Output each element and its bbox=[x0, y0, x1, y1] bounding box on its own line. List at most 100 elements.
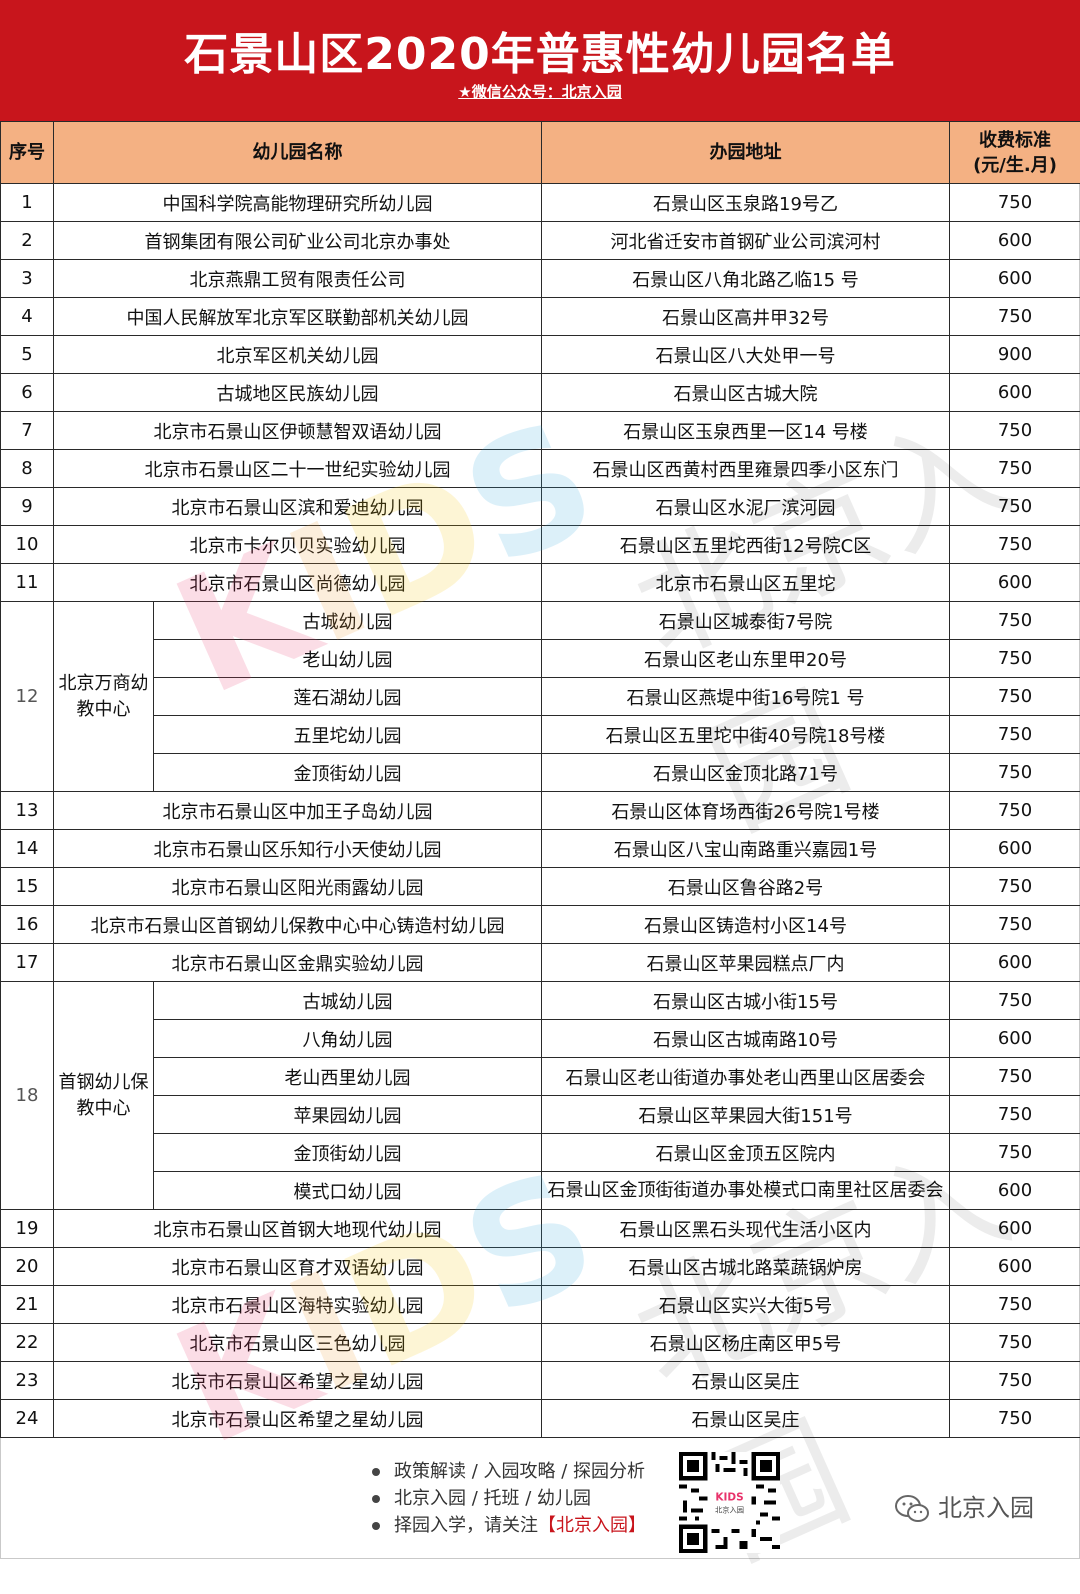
row-kindergarten-name: 古城幼儿园 bbox=[154, 982, 542, 1020]
qr-code-icon[interactable]: KIDS 北京入园 bbox=[679, 1452, 780, 1553]
footer: 政策解读 / 入园攻略 / 探园分析 北京入园 / 托班 / 幼儿园 择园入学，… bbox=[0, 1439, 1080, 1559]
table-row: 模式口幼儿园石景山区金顶街街道办事处模式口南里社区居委会600 bbox=[1, 1172, 1080, 1210]
row-fee: 750 bbox=[950, 488, 1080, 526]
row-address: 石景山区吴庄 bbox=[542, 1362, 950, 1400]
row-seq: 4 bbox=[1, 298, 54, 336]
col-address-header: 办园地址 bbox=[542, 122, 950, 184]
row-fee: 750 bbox=[950, 678, 1080, 716]
row-kindergarten-name: 首钢集团有限公司矿业公司北京办事处 bbox=[54, 222, 542, 260]
row-seq: 14 bbox=[1, 830, 54, 868]
row-seq: 1 bbox=[1, 184, 54, 222]
wechat-brand-name: 北京入园 bbox=[938, 1494, 1034, 1522]
table-row: 8北京市石景山区二十一世纪实验幼儿园石景山区西黄村西里雍景四季小区东门750 bbox=[1, 450, 1080, 488]
table-row: 2首钢集团有限公司矿业公司北京办事处河北省迁安市首钢矿业公司滨河村600 bbox=[1, 222, 1080, 260]
row-seq: 9 bbox=[1, 488, 54, 526]
row-kindergarten-name: 模式口幼儿园 bbox=[154, 1172, 542, 1210]
row-fee: 900 bbox=[950, 336, 1080, 374]
row-address: 石景山区玉泉路19号乙 bbox=[542, 184, 950, 222]
table-row: 金顶街幼儿园石景山区金顶五区院内750 bbox=[1, 1134, 1080, 1172]
row-kindergarten-name: 中国人民解放军北京军区联勤部机关幼儿园 bbox=[54, 298, 542, 336]
row-fee: 750 bbox=[950, 602, 1080, 640]
row-kindergarten-name: 北京市石景山区伊顿慧智双语幼儿园 bbox=[54, 412, 542, 450]
table-row: 五里坨幼儿园石景山区五里坨中街40号院18号楼750 bbox=[1, 716, 1080, 754]
wechat-brand[interactable]: 北京入园 bbox=[894, 1491, 1034, 1525]
row-address: 石景山区西黄村西里雍景四季小区东门 bbox=[542, 450, 950, 488]
page-title: 石景山区2020年普惠性幼儿园名单 bbox=[0, 18, 1080, 82]
wechat-account-link[interactable]: ★微信公众号：北京入园 bbox=[0, 81, 1080, 102]
row-fee: 600 bbox=[950, 1172, 1080, 1210]
footer-line-text: 择园入学，请关注 bbox=[394, 1515, 538, 1536]
table-row: 18首钢幼儿保教中心古城幼儿园石景山区古城小街15号750 bbox=[1, 982, 1080, 1020]
row-kindergarten-name: 北京市石景山区二十一世纪实验幼儿园 bbox=[54, 450, 542, 488]
table-row: 14北京市石景山区乐知行小天使幼儿园石景山区八宝山南路重兴嘉园1号600 bbox=[1, 830, 1080, 868]
row-kindergarten-name: 北京市卡尔贝贝实验幼儿园 bbox=[54, 526, 542, 564]
svg-text:北京入园: 北京入园 bbox=[715, 1506, 744, 1515]
table-row: 莲石湖幼儿园石景山区燕堤中街16号院1 号750 bbox=[1, 678, 1080, 716]
row-address: 石景山区铸造村小区14号 bbox=[542, 906, 950, 944]
row-fee: 750 bbox=[950, 1096, 1080, 1134]
row-seq: 15 bbox=[1, 868, 54, 906]
table-row: 老山西里幼儿园石景山区老山街道办事处老山西里山区居委会750 bbox=[1, 1058, 1080, 1096]
row-fee: 750 bbox=[950, 754, 1080, 792]
row-seq: 5 bbox=[1, 336, 54, 374]
footer-line-text: 北京入园 / 托班 / 幼儿园 bbox=[394, 1488, 591, 1509]
table-row: 1中国科学院高能物理研究所幼儿园石景山区玉泉路19号乙750 bbox=[1, 184, 1080, 222]
row-address: 石景山区体育场西街26号院1号楼 bbox=[542, 792, 950, 830]
row-address: 石景山区八大处甲一号 bbox=[542, 336, 950, 374]
row-kindergarten-name: 老山幼儿园 bbox=[154, 640, 542, 678]
row-kindergarten-name: 北京市石景山区海特实验幼儿园 bbox=[54, 1286, 542, 1324]
row-fee: 600 bbox=[950, 944, 1080, 982]
row-address: 石景山区金顶北路71号 bbox=[542, 754, 950, 792]
table-row: 7北京市石景山区伊顿慧智双语幼儿园石景山区玉泉西里一区14 号楼750 bbox=[1, 412, 1080, 450]
row-kindergarten-name: 八角幼儿园 bbox=[154, 1020, 542, 1058]
row-fee: 750 bbox=[950, 412, 1080, 450]
table-row: 4中国人民解放军北京军区联勤部机关幼儿园石景山区高井甲32号750 bbox=[1, 298, 1080, 336]
row-seq: 6 bbox=[1, 374, 54, 412]
row-address: 石景山区城泰街7号院 bbox=[542, 602, 950, 640]
row-address: 石景山区老山街道办事处老山西里山区居委会 bbox=[542, 1058, 950, 1096]
table-row: 八角幼儿园石景山区古城南路10号600 bbox=[1, 1020, 1080, 1058]
table-row: 22北京市石景山区三色幼儿园石景山区杨庄南区甲5号750 bbox=[1, 1324, 1080, 1362]
row-seq: 13 bbox=[1, 792, 54, 830]
row-kindergarten-name: 北京市石景山区希望之星幼儿园 bbox=[54, 1362, 542, 1400]
table-row: 19北京市石景山区首钢大地现代幼儿园石景山区黑石头现代生活小区内600 bbox=[1, 1210, 1080, 1248]
table-row: 20北京市石景山区育才双语幼儿园石景山区古城北路菜蔬锅炉房600 bbox=[1, 1248, 1080, 1286]
col-fee-header-label: 收费标准 (元/生.月) bbox=[973, 130, 1057, 176]
table-row: 10北京市卡尔贝贝实验幼儿园石景山区五里坨西街12号院C区750 bbox=[1, 526, 1080, 564]
row-address: 石景山区五里坨中街40号院18号楼 bbox=[542, 716, 950, 754]
row-address: 石景山区苹果园糕点厂内 bbox=[542, 944, 950, 982]
table-row: 5北京军区机关幼儿园石景山区八大处甲一号900 bbox=[1, 336, 1080, 374]
col-seq-header: 序号 bbox=[1, 122, 54, 184]
row-seq: 22 bbox=[1, 1324, 54, 1362]
bullet-icon bbox=[372, 1495, 380, 1503]
table-row: 3北京燕鼎工贸有限责任公司石景山区八角北路乙临15 号600 bbox=[1, 260, 1080, 298]
row-kindergarten-name: 古城地区民族幼儿园 bbox=[54, 374, 542, 412]
table-row: 21北京市石景山区海特实验幼儿园石景山区实兴大街5号750 bbox=[1, 1286, 1080, 1324]
row-address: 石景山区五里坨西街12号院C区 bbox=[542, 526, 950, 564]
row-seq: 8 bbox=[1, 450, 54, 488]
row-kindergarten-name: 莲石湖幼儿园 bbox=[154, 678, 542, 716]
row-address: 石景山区苹果园大街151号 bbox=[542, 1096, 950, 1134]
table-row: 9北京市石景山区滨和爱迪幼儿园石景山区水泥厂滨河园750 bbox=[1, 488, 1080, 526]
table-row: 24北京市石景山区希望之星幼儿园石景山区吴庄750 bbox=[1, 1400, 1080, 1438]
table-row: 15北京市石景山区阳光雨露幼儿园石景山区鲁谷路2号750 bbox=[1, 868, 1080, 906]
footer-line: 择园入学，请关注【北京入园】 bbox=[372, 1512, 646, 1539]
footer-highlight: 【北京入园】 bbox=[538, 1515, 646, 1536]
row-kindergarten-name: 北京市石景山区首钢幼儿保教中心中心铸造村幼儿园 bbox=[54, 906, 542, 944]
footer-list: 政策解读 / 入园攻略 / 探园分析 北京入园 / 托班 / 幼儿园 择园入学，… bbox=[372, 1458, 646, 1539]
title-banner: 石景山区2020年普惠性幼儿园名单 ★微信公众号：北京入园 bbox=[0, 0, 1080, 121]
row-address: 石景山区古城北路菜蔬锅炉房 bbox=[542, 1248, 950, 1286]
row-address: 石景山区古城大院 bbox=[542, 374, 950, 412]
row-address: 石景山区燕堤中街16号院1 号 bbox=[542, 678, 950, 716]
row-kindergarten-name: 北京市石景山区希望之星幼儿园 bbox=[54, 1400, 542, 1438]
row-address: 石景山区金顶五区院内 bbox=[542, 1134, 950, 1172]
row-kindergarten-name: 北京市石景山区金鼎实验幼儿园 bbox=[54, 944, 542, 982]
row-seq: 23 bbox=[1, 1362, 54, 1400]
row-fee: 750 bbox=[950, 450, 1080, 488]
table-row: 13北京市石景山区中加王子岛幼儿园石景山区体育场西街26号院1号楼750 bbox=[1, 792, 1080, 830]
table-row: 17北京市石景山区金鼎实验幼儿园石景山区苹果园糕点厂内600 bbox=[1, 944, 1080, 982]
row-address: 石景山区金顶街街道办事处模式口南里社区居委会 bbox=[542, 1172, 950, 1210]
row-fee: 750 bbox=[950, 906, 1080, 944]
bullet-icon bbox=[372, 1522, 380, 1530]
row-address: 石景山区八宝山南路重兴嘉园1号 bbox=[542, 830, 950, 868]
